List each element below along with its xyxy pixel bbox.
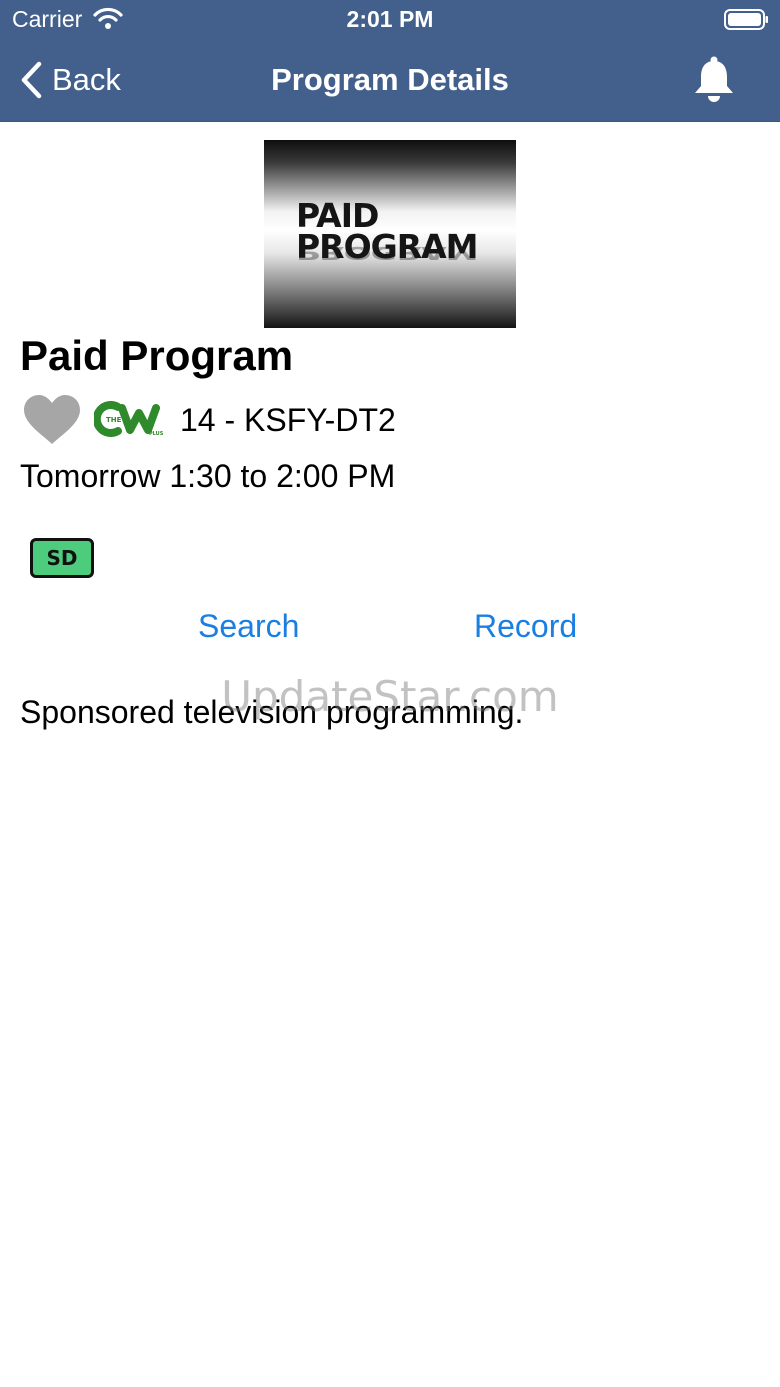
artwork-reflection: PROGRAM (296, 242, 478, 265)
cw-plus-logo: THE PLUS (94, 401, 164, 437)
svg-text:THE: THE (106, 416, 122, 424)
status-bar: Carrier 2:01 PM (0, 0, 780, 40)
channel-label: 14 - KSFY-DT2 (180, 402, 396, 438)
status-clock: 2:01 PM (346, 6, 434, 32)
search-button[interactable]: Search (198, 608, 299, 645)
record-button[interactable]: Record (474, 608, 577, 645)
page-title: Program Details (271, 62, 509, 97)
watermark: UpdateStar.com (221, 672, 559, 721)
bell-icon[interactable] (692, 55, 736, 103)
battery-icon (724, 9, 768, 30)
heart-icon[interactable] (22, 394, 82, 446)
svg-text:PLUS: PLUS (149, 431, 164, 437)
airtime-label: Tomorrow 1:30 to 2:00 PM (20, 458, 396, 494)
program-artwork: PAID PROGRAM PROGRAM (264, 140, 516, 328)
program-title: Paid Program (20, 332, 294, 379)
navigation-header: Carrier 2:01 PM Back Program Details (0, 0, 780, 122)
sd-badge: SD (30, 538, 94, 578)
